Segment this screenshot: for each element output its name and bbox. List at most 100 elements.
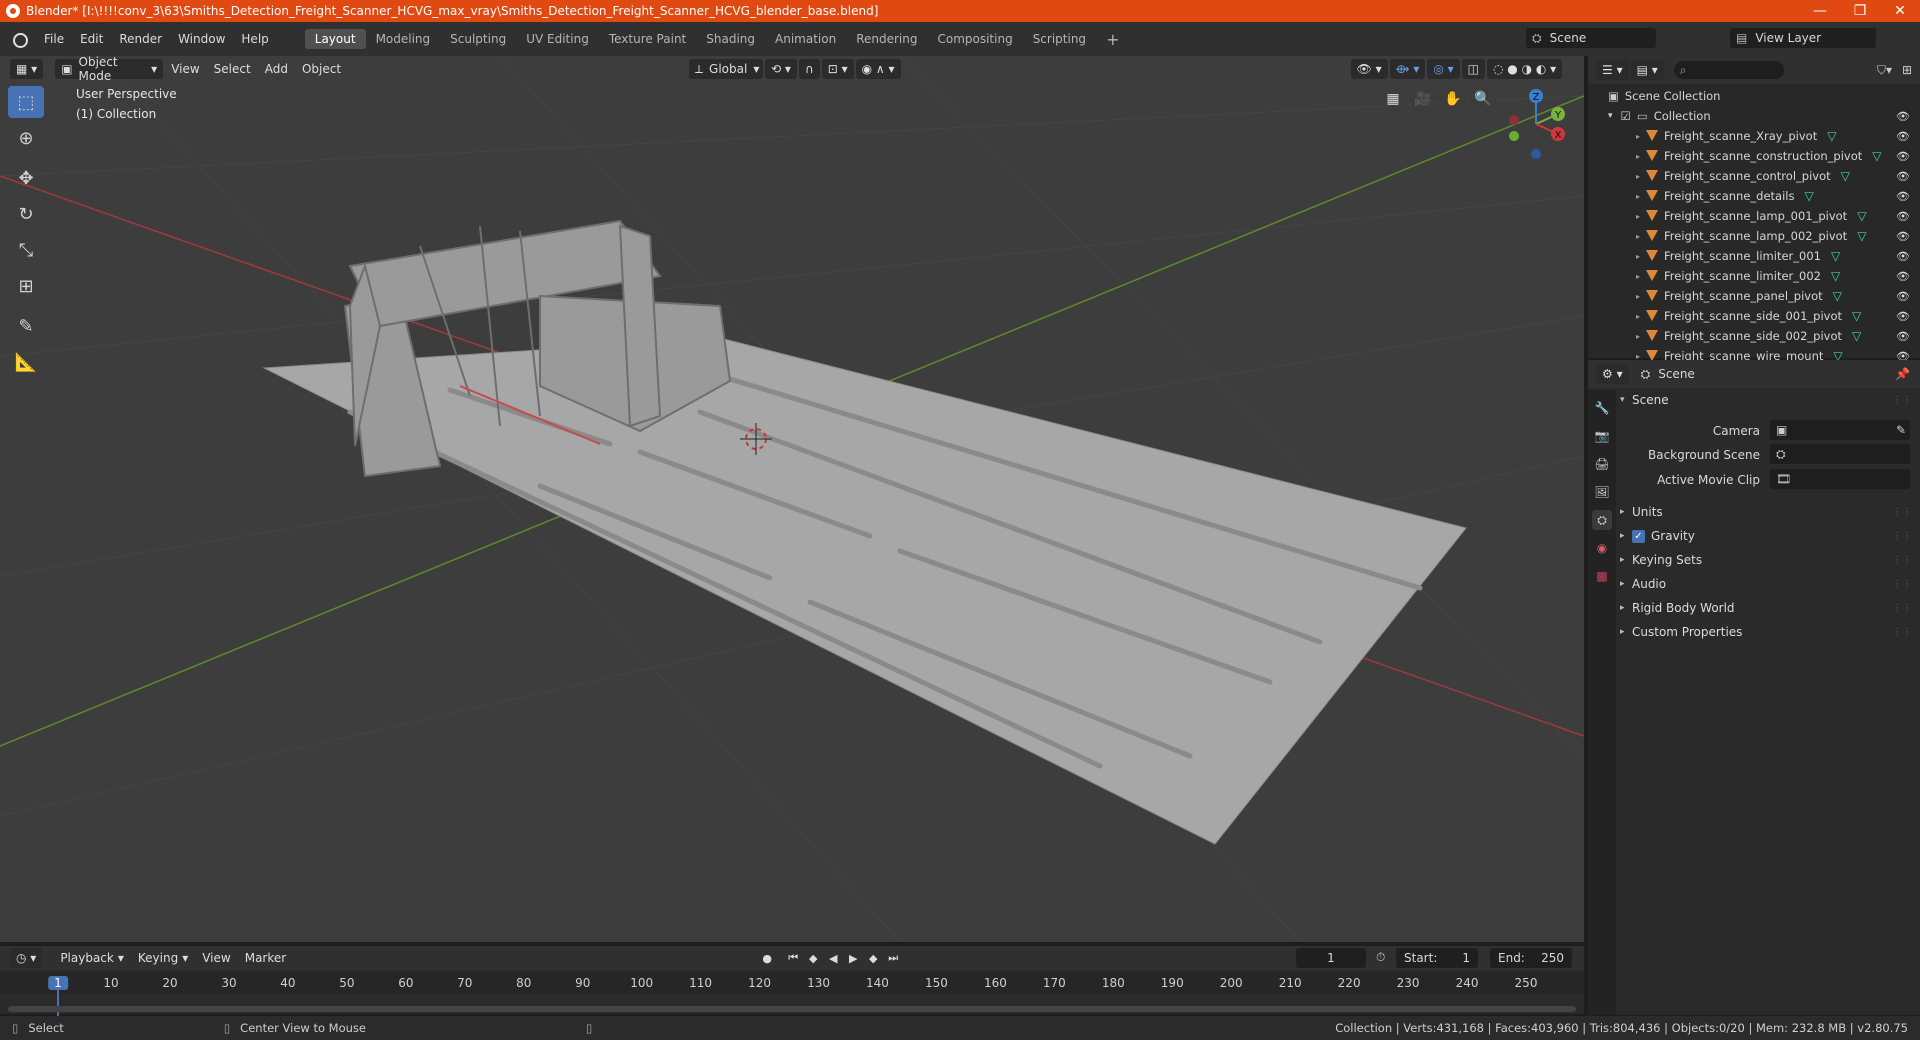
mesh-data-icon[interactable]: ▽ <box>1833 289 1842 303</box>
eyedropper-icon[interactable]: ✎ <box>1896 423 1906 437</box>
mesh-data-icon[interactable]: ▽ <box>1857 209 1866 223</box>
mesh-data-icon[interactable]: ▽ <box>1831 249 1840 263</box>
eye-icon[interactable]: 👁 <box>1896 290 1910 303</box>
tab-modeling[interactable]: Modeling <box>366 29 441 49</box>
menu-help[interactable]: Help <box>233 32 276 46</box>
play-reverse-button[interactable]: ◀ <box>824 949 842 967</box>
expand-arrow-icon[interactable]: ▸ <box>1636 292 1640 301</box>
pan-button[interactable]: ✋ <box>1440 86 1466 112</box>
navigation-gizmo[interactable]: Z Y X <box>1500 84 1572 164</box>
blender-menu-icon[interactable] <box>10 30 28 48</box>
collapse-arrow-icon[interactable]: ▾ <box>1608 111 1613 121</box>
checkbox-icon[interactable]: ☑ <box>1621 109 1631 123</box>
eye-icon[interactable]: 👁 <box>1896 270 1910 283</box>
subpanel-units[interactable]: ▸ Units ⋮⋮ <box>1620 500 1916 524</box>
expand-arrow-icon[interactable]: ▸ <box>1636 172 1640 181</box>
scene-collection-row[interactable]: ▣ Scene Collection <box>1588 86 1920 106</box>
proportional-edit-button[interactable]: ◉ ∧ ▾ <box>855 59 901 79</box>
pin-icon[interactable]: 📌 <box>1895 367 1910 381</box>
neg-x-axis-icon[interactable] <box>1509 115 1519 125</box>
outliner-item[interactable]: ▸ Freight_scanne_limiter_002 ▽ 👁 <box>1588 266 1920 286</box>
outliner-search-input[interactable]: ⌕ <box>1673 61 1784 79</box>
xray-toggle[interactable]: ◫ <box>1461 59 1486 79</box>
eye-icon[interactable]: 👁 <box>1896 150 1910 163</box>
filter-icon[interactable]: ⛉▾ <box>1877 63 1892 78</box>
menu-file[interactable]: File <box>36 32 72 46</box>
eye-icon[interactable]: 👁 <box>1896 130 1910 143</box>
record-button[interactable]: ● <box>758 949 776 967</box>
tab-layout[interactable]: Layout <box>304 29 366 49</box>
outliner-item[interactable]: ▸ Freight_scanne_lamp_002_pivot ▽ 👁 <box>1588 226 1920 246</box>
drag-handle-icon[interactable]: ⋮⋮ <box>1892 579 1912 590</box>
eye-icon[interactable]: 👁 <box>1896 170 1910 183</box>
menu-window[interactable]: Window <box>170 32 233 46</box>
scene-tab[interactable]: ⛭ <box>1592 510 1612 530</box>
tool-tab[interactable]: 🔧 <box>1592 398 1612 418</box>
expand-arrow-icon[interactable]: ▸ <box>1636 152 1640 161</box>
world-tab[interactable]: ◉ <box>1592 538 1612 558</box>
cursor-tool[interactable]: ⊕ <box>8 122 44 154</box>
menu-keying[interactable]: Keying ▾ <box>132 948 194 968</box>
select-box-tool[interactable]: ⬚ <box>8 86 44 118</box>
mesh-data-icon[interactable]: ▽ <box>1841 169 1850 183</box>
menu-edit[interactable]: Edit <box>72 32 111 46</box>
mesh-data-icon[interactable]: ▽ <box>1852 329 1861 343</box>
start-frame-field[interactable]: Start: 1 <box>1396 948 1478 968</box>
scale-tool[interactable]: ⤡ <box>8 234 44 266</box>
neg-y-axis-icon[interactable] <box>1509 131 1519 141</box>
rotate-tool[interactable]: ↻ <box>8 198 44 230</box>
tab-uv-editing[interactable]: UV Editing <box>516 29 599 49</box>
eye-icon[interactable]: 👁 <box>1896 250 1910 263</box>
outliner-item[interactable]: ▸ Freight_scanne_Xray_pivot ▽ 👁 <box>1588 126 1920 146</box>
outliner-item[interactable]: ▸ Freight_scanne_lamp_001_pivot ▽ 👁 <box>1588 206 1920 226</box>
subpanel-keying-sets[interactable]: ▸ Keying Sets ⋮⋮ <box>1620 548 1916 572</box>
tab-scripting[interactable]: Scripting <box>1023 29 1096 49</box>
subpanel-gravity[interactable]: ▸ ✓ Gravity ⋮⋮ <box>1620 524 1916 548</box>
editor-type-button[interactable]: ▦ ▾ <box>10 59 44 79</box>
drag-handle-icon[interactable]: ⋮⋮ <box>1892 627 1912 638</box>
menu-render[interactable]: Render <box>111 32 170 46</box>
playhead-line[interactable] <box>57 990 59 1016</box>
subpanel-audio[interactable]: ▸ Audio ⋮⋮ <box>1620 572 1916 596</box>
menu-view[interactable]: View <box>165 59 205 79</box>
mesh-data-icon[interactable]: ▽ <box>1872 149 1881 163</box>
play-button[interactable]: ▶ <box>844 949 862 967</box>
jump-end-button[interactable]: ⏭ <box>884 949 902 967</box>
timeline-scrollbar[interactable] <box>8 1006 1576 1012</box>
drag-handle-icon[interactable]: ⋮⋮ <box>1892 395 1912 406</box>
expand-arrow-icon[interactable]: ▸ <box>1636 312 1640 321</box>
minimize-button[interactable]: — <box>1800 0 1840 22</box>
next-keyframe-button[interactable]: ◆ <box>864 949 882 967</box>
properties-editor-type[interactable]: ⚙ ▾ <box>1596 364 1629 384</box>
active-movie-clip-field[interactable]: 🎞 <box>1770 469 1910 489</box>
gravity-checkbox[interactable]: ✓ <box>1632 529 1645 543</box>
move-tool[interactable]: ✥ <box>8 162 44 194</box>
subpanel-custom-properties[interactable]: ▸ Custom Properties ⋮⋮ <box>1620 620 1916 644</box>
snap-toggle[interactable]: ∩ <box>798 59 820 79</box>
pivot-point-button[interactable]: ⟲ ▾ <box>765 59 797 79</box>
background-scene-field[interactable]: ⛭ <box>1770 444 1910 464</box>
expand-arrow-icon[interactable]: ▸ <box>1636 212 1640 221</box>
toggle-camera-view-button[interactable]: ▦ <box>1380 86 1406 112</box>
eye-icon[interactable]: 👁 <box>1896 190 1910 203</box>
outliner-item[interactable]: ▸ Freight_scanne_panel_pivot ▽ 👁 <box>1588 286 1920 306</box>
zoom-button[interactable]: 🔍 <box>1470 86 1496 112</box>
expand-arrow-icon[interactable]: ▸ <box>1636 132 1640 141</box>
transform-tool[interactable]: ⊞ <box>8 270 44 302</box>
outliner-item[interactable]: ▸ Freight_scanne_side_002_pivot ▽ 👁 <box>1588 326 1920 346</box>
menu-select[interactable]: Select <box>208 59 257 79</box>
expand-arrow-icon[interactable]: ▸ <box>1636 272 1640 281</box>
drag-handle-icon[interactable]: ⋮⋮ <box>1892 603 1912 614</box>
tab-shading[interactable]: Shading <box>696 29 765 49</box>
menu-timeline-view[interactable]: View <box>196 948 236 968</box>
render-tab[interactable]: 📷 <box>1592 426 1612 446</box>
mesh-data-icon[interactable]: ▽ <box>1857 229 1866 243</box>
drag-handle-icon[interactable]: ⋮⋮ <box>1892 507 1912 518</box>
tab-compositing[interactable]: Compositing <box>927 29 1022 49</box>
drag-handle-icon[interactable]: ⋮⋮ <box>1892 531 1912 542</box>
annotate-tool[interactable]: ✎ <box>8 310 44 342</box>
prev-keyframe-button[interactable]: ◆ <box>804 949 822 967</box>
stopwatch-icon[interactable]: ⏱ <box>1376 950 1385 965</box>
gizmo-toggle[interactable]: ⟴ ▾ <box>1389 59 1426 79</box>
outliner-item[interactable]: ▸ Freight_scanne_limiter_001 ▽ 👁 <box>1588 246 1920 266</box>
